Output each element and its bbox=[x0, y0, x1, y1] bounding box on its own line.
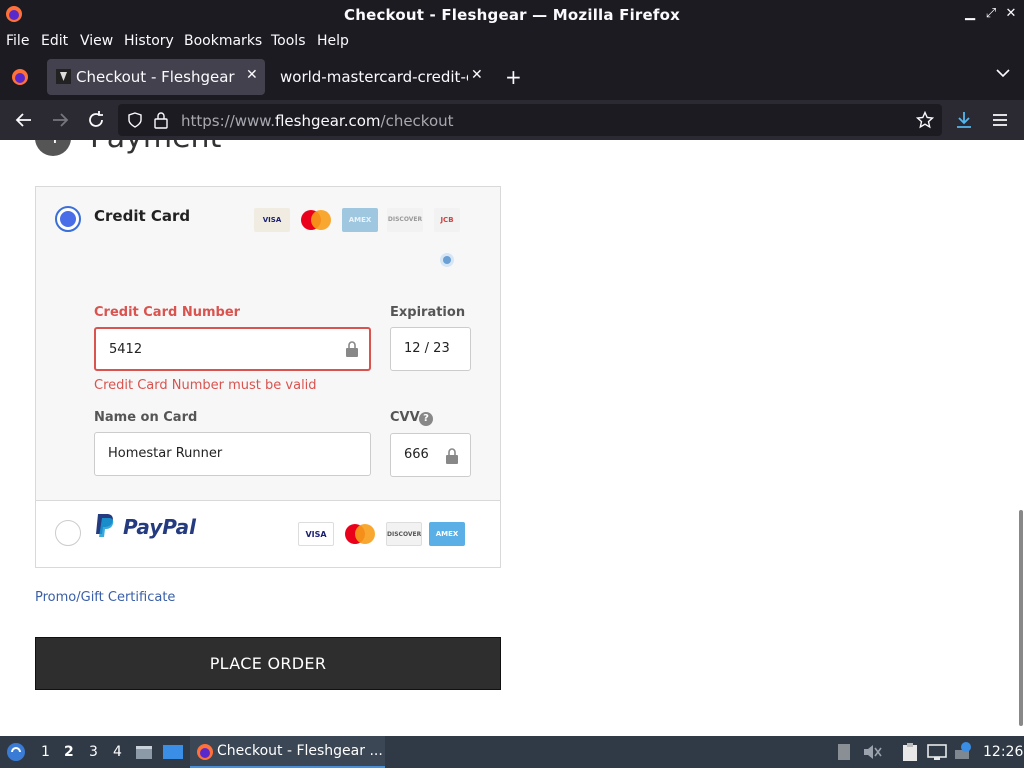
tab-label: world-mastercard-credit-card bbox=[280, 68, 468, 86]
discover-logo-icon: DISCOVER bbox=[387, 208, 423, 232]
taskbar: 1 2 3 4 Checkout - Fleshgear ... 12:26 bbox=[0, 736, 1024, 768]
tab-label: Checkout - Fleshgear bbox=[76, 68, 235, 86]
cvv-value: 666 bbox=[404, 447, 429, 462]
taskbar-window-firefox[interactable]: Checkout - Fleshgear ... bbox=[190, 736, 385, 768]
download-icon[interactable] bbox=[953, 109, 975, 131]
nav-bar: https://www.fleshgear.com/checkout bbox=[0, 100, 1024, 140]
paypal-option[interactable]: PayPal VISA DISCOVER AMEX bbox=[36, 500, 500, 567]
menu-help[interactable]: Help bbox=[317, 33, 349, 49]
chevron-down-icon[interactable] bbox=[996, 68, 1010, 78]
page-scrollbar[interactable] bbox=[1019, 510, 1023, 726]
credit-card-title: Credit Card bbox=[94, 207, 191, 225]
restore-icon[interactable]: ⤢ bbox=[983, 6, 999, 21]
amex-logo-icon: AMEX bbox=[342, 208, 378, 232]
lock-icon bbox=[446, 448, 458, 464]
shield-icon[interactable] bbox=[127, 112, 143, 128]
expiration-value: 12 / 23 bbox=[404, 341, 450, 356]
step-number: 4 bbox=[35, 140, 71, 156]
file-manager-icon[interactable] bbox=[134, 742, 154, 762]
minimize-icon[interactable]: ▁ bbox=[962, 6, 978, 21]
place-order-button[interactable]: PLACE ORDER bbox=[35, 637, 501, 690]
credit-card-radio[interactable] bbox=[55, 206, 81, 232]
forward-icon[interactable] bbox=[49, 109, 71, 131]
payment-methods-box: Credit Card VISA AMEX DISCOVER JCB Credi… bbox=[35, 186, 501, 568]
tab-strip: Checkout - Fleshgear ✕ world-mastercard-… bbox=[0, 54, 1024, 100]
close-window-icon[interactable]: ✕ bbox=[1003, 6, 1019, 21]
clock: 12:26 bbox=[983, 744, 1024, 760]
clipboard-icon[interactable] bbox=[900, 742, 920, 762]
paypal-radio[interactable] bbox=[55, 520, 81, 546]
window-titlebar: Checkout - Fleshgear — Mozilla Firefox ▁… bbox=[0, 0, 1024, 30]
visa-logo-icon: VISA bbox=[298, 522, 334, 546]
expiration-label: Expiration bbox=[390, 305, 466, 320]
volume-muted-icon[interactable] bbox=[862, 743, 882, 761]
window-title: Checkout - Fleshgear — Mozilla Firefox bbox=[344, 6, 680, 24]
name-on-card-label: Name on Card bbox=[94, 410, 198, 425]
visa-logo-icon: VISA bbox=[254, 208, 290, 232]
name-on-card-input[interactable]: Homestar Runner bbox=[94, 432, 371, 476]
help-icon[interactable]: ? bbox=[419, 412, 433, 426]
start-menu-icon[interactable] bbox=[6, 742, 26, 762]
menu-history[interactable]: History bbox=[124, 33, 174, 49]
fleshgear-favicon-icon bbox=[56, 69, 71, 84]
lock-icon bbox=[346, 341, 358, 357]
cvv-input[interactable]: 666 bbox=[390, 433, 471, 477]
card-number-label: Credit Card Number bbox=[94, 305, 241, 320]
menu-tools[interactable]: Tools bbox=[271, 33, 306, 49]
hamburger-menu-icon[interactable] bbox=[989, 109, 1011, 131]
tab-mastercard[interactable]: world-mastercard-credit-card ✕ bbox=[270, 59, 490, 95]
amex-logo-icon: AMEX bbox=[429, 522, 465, 546]
bookmark-star-icon[interactable] bbox=[916, 111, 934, 129]
checkout-page: 4 Payment Credit Card VISA AMEX DISCOVER… bbox=[0, 140, 1024, 736]
reload-icon[interactable] bbox=[85, 109, 107, 131]
network-icon[interactable] bbox=[927, 743, 947, 761]
workspace-2[interactable]: 2 bbox=[64, 744, 74, 760]
card-number-error: Credit Card Number must be valid bbox=[94, 378, 317, 393]
close-tab-icon[interactable]: ✕ bbox=[246, 67, 258, 83]
url-bar[interactable]: https://www.fleshgear.com/checkout bbox=[118, 104, 942, 136]
menu-bar: File Edit View History Bookmarks Tools H… bbox=[0, 30, 1024, 54]
back-icon[interactable] bbox=[13, 109, 35, 131]
workspace-1[interactable]: 1 bbox=[41, 744, 50, 760]
paypal-title: PayPal bbox=[123, 515, 197, 539]
discover-logo-icon: DISCOVER bbox=[386, 522, 422, 546]
jcb-logo-icon: JCB bbox=[434, 208, 460, 232]
menu-view[interactable]: View bbox=[80, 33, 113, 49]
expiration-input[interactable]: 12 / 23 bbox=[390, 327, 471, 371]
section-title: Payment bbox=[90, 140, 221, 155]
workspace-4[interactable]: 4 bbox=[113, 744, 122, 760]
card-number-value: 5412 bbox=[109, 342, 143, 357]
menu-file[interactable]: File bbox=[6, 33, 29, 49]
paypal-logo-icon bbox=[96, 514, 114, 537]
card-number-input[interactable]: 5412 bbox=[94, 327, 371, 371]
cvv-label: CVV bbox=[390, 410, 420, 425]
lock-icon[interactable] bbox=[154, 111, 168, 129]
updates-icon[interactable] bbox=[953, 741, 973, 761]
new-tab-icon[interactable]: + bbox=[505, 65, 522, 89]
name-on-card-value: Homestar Runner bbox=[108, 446, 223, 461]
mastercard-logo-icon bbox=[345, 524, 375, 544]
menu-edit[interactable]: Edit bbox=[41, 33, 68, 49]
desktop-icon[interactable] bbox=[162, 742, 184, 762]
tab-checkout[interactable]: Checkout - Fleshgear ✕ bbox=[47, 59, 265, 95]
diners-club-logo-icon bbox=[440, 253, 454, 267]
workspace-3[interactable]: 3 bbox=[89, 744, 98, 760]
taskbar-window-label: Checkout - Fleshgear ... bbox=[217, 743, 383, 759]
close-tab-icon[interactable]: ✕ bbox=[471, 67, 483, 83]
firefox-view-icon[interactable] bbox=[11, 68, 29, 86]
menu-bookmarks[interactable]: Bookmarks bbox=[184, 33, 262, 49]
url-text[interactable]: https://www.fleshgear.com/checkout bbox=[181, 112, 454, 130]
promo-gift-link[interactable]: Promo/Gift Certificate bbox=[35, 590, 175, 605]
notes-icon[interactable] bbox=[836, 743, 852, 761]
mastercard-logo-icon bbox=[301, 210, 331, 230]
firefox-icon bbox=[197, 744, 213, 760]
